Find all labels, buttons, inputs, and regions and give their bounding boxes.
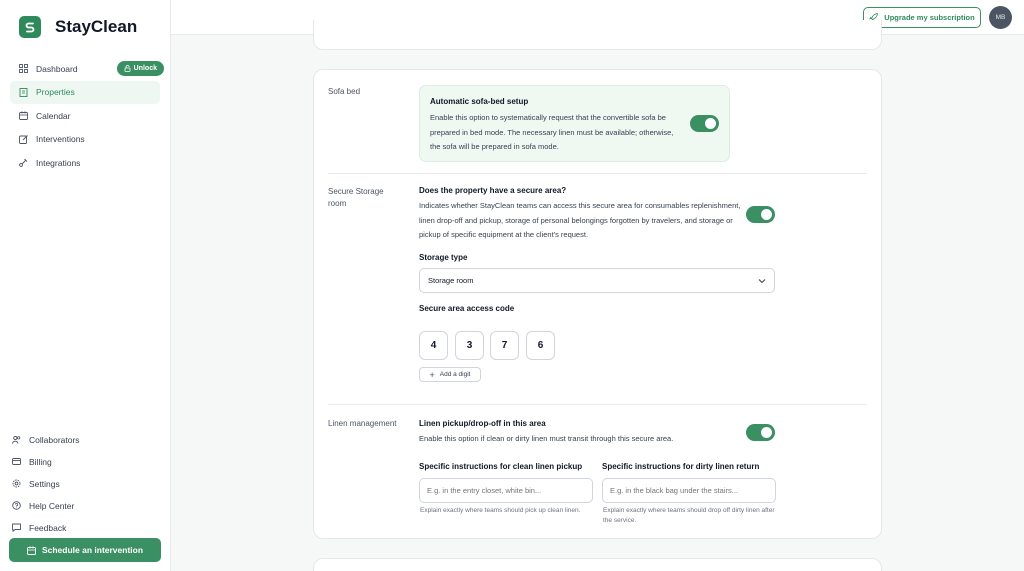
sidebar-item-billing[interactable]: Billing [10, 451, 160, 473]
upgrade-label: Upgrade my subscription [884, 13, 975, 22]
sidebar-item-help-center[interactable]: Help Center [10, 495, 160, 517]
access-code-digit[interactable]: 6 [526, 331, 555, 360]
access-code-digit[interactable]: 3 [455, 331, 484, 360]
sidebar-item-label: Calendar [36, 110, 71, 121]
plug-icon [19, 158, 28, 167]
schedule-intervention-button[interactable]: Schedule an intervention [9, 538, 161, 562]
section-label-linen: Linen management [328, 419, 397, 428]
sidebar-item-label: Feedback [29, 522, 67, 533]
storage-type-select[interactable]: Storage room [419, 268, 775, 293]
sidebar-item-label: Billing [29, 456, 52, 467]
sidebar-item-calendar[interactable]: Calendar [10, 104, 160, 127]
sofa-bed-description: Enable this option to systematically req… [430, 113, 674, 151]
sofa-bed-option-box: Automatic sofa-bed setup Enable this opt… [419, 85, 730, 162]
storage-type-value: Storage room [428, 276, 474, 285]
sidebar-item-label: Dashboard [36, 63, 78, 74]
avatar[interactable]: MB [989, 6, 1012, 29]
dirty-linen-label: Specific instructions for dirty linen re… [602, 462, 760, 471]
unlock-label: Unlock [133, 65, 157, 72]
access-code-digit[interactable]: 4 [419, 331, 448, 360]
sidebar-item-label: Help Center [29, 500, 75, 511]
sidebar-item-dashboard[interactable]: Dashboard Unlock [10, 57, 164, 80]
sofa-bed-toggle[interactable] [690, 115, 719, 132]
sidebar-item-label: Collaborators [29, 434, 80, 445]
sidebar-item-collaborators[interactable]: Collaborators [10, 429, 160, 451]
card-icon [12, 457, 21, 466]
linen-toggle[interactable] [746, 424, 775, 441]
sidebar-item-integrations[interactable]: Integrations [10, 151, 160, 174]
property-settings-card: Sofa bed Automatic sofa-bed setup Enable… [313, 69, 882, 539]
schedule-label: Schedule an intervention [41, 545, 144, 555]
secure-area-description: Indicates whether StayClean teams can ac… [419, 201, 741, 239]
sidebar-item-label: Settings [29, 478, 60, 489]
clean-linen-label: Specific instructions for clean linen pi… [419, 462, 583, 471]
sidebar-item-interventions[interactable]: Interventions [10, 128, 160, 151]
grid-icon [19, 64, 28, 73]
edit-icon [19, 134, 28, 144]
sidebar-item-feedback[interactable]: Feedback [10, 517, 160, 539]
clean-linen-help: Explain exactly where teams should pick … [420, 507, 581, 514]
divider [328, 404, 867, 405]
sidebar-item-properties[interactable]: Properties [10, 80, 160, 104]
access-code-digit[interactable]: 7 [490, 331, 519, 360]
stayclean-logo-icon [19, 16, 41, 38]
dirty-linen-input[interactable] [602, 478, 776, 503]
clean-linen-input[interactable] [419, 478, 593, 503]
secure-area-toggle[interactable] [746, 206, 775, 223]
chat-icon [12, 523, 21, 532]
users-icon [12, 435, 21, 444]
sidebar-item-settings[interactable]: Settings [10, 473, 160, 495]
sofa-bed-title: Automatic sofa-bed setup [430, 97, 529, 106]
sidebar-item-label: Interventions [36, 134, 85, 144]
app-name: StayClean [55, 17, 138, 36]
help-icon [12, 501, 21, 510]
previous-settings-card [313, 20, 882, 50]
calendar-icon [19, 111, 28, 120]
building-icon [19, 87, 28, 97]
section-label-secure-storage: Secure Storage room [328, 187, 384, 208]
linen-title: Linen pickup/drop-off in this area [419, 419, 546, 428]
divider [328, 173, 867, 174]
sidebar-bottom-nav: Collaborators Billing Settings Help Cent… [10, 429, 160, 539]
section-label-sofa-bed: Sofa bed [328, 87, 361, 96]
add-digit-label: Add a digit [439, 371, 471, 378]
calendar-plus-icon [27, 545, 36, 555]
lock-icon [124, 65, 131, 72]
sidebar: StayClean Dashboard Unlock Properties Ca… [0, 0, 171, 571]
sidebar-nav: Dashboard Unlock Properties Calendar Int… [10, 57, 164, 175]
unlock-badge[interactable]: Unlock [116, 61, 164, 76]
chevron-down-icon [758, 279, 766, 284]
gear-icon [12, 479, 21, 488]
plus-icon: + [429, 369, 435, 380]
sidebar-item-label: Properties [36, 87, 75, 97]
dirty-linen-help: Explain exactly where teams should drop … [603, 507, 775, 524]
linen-description: Enable this option if clean or dirty lin… [419, 434, 674, 443]
next-settings-card [313, 558, 882, 571]
storage-type-label: Storage type [419, 253, 468, 262]
secure-area-question: Does the property have a secure area? [419, 186, 567, 195]
brand[interactable]: StayClean [19, 16, 137, 38]
add-digit-button[interactable]: + Add a digit [419, 367, 481, 382]
sidebar-item-label: Integrations [36, 157, 81, 168]
access-code-label: Secure area access code [419, 304, 515, 313]
